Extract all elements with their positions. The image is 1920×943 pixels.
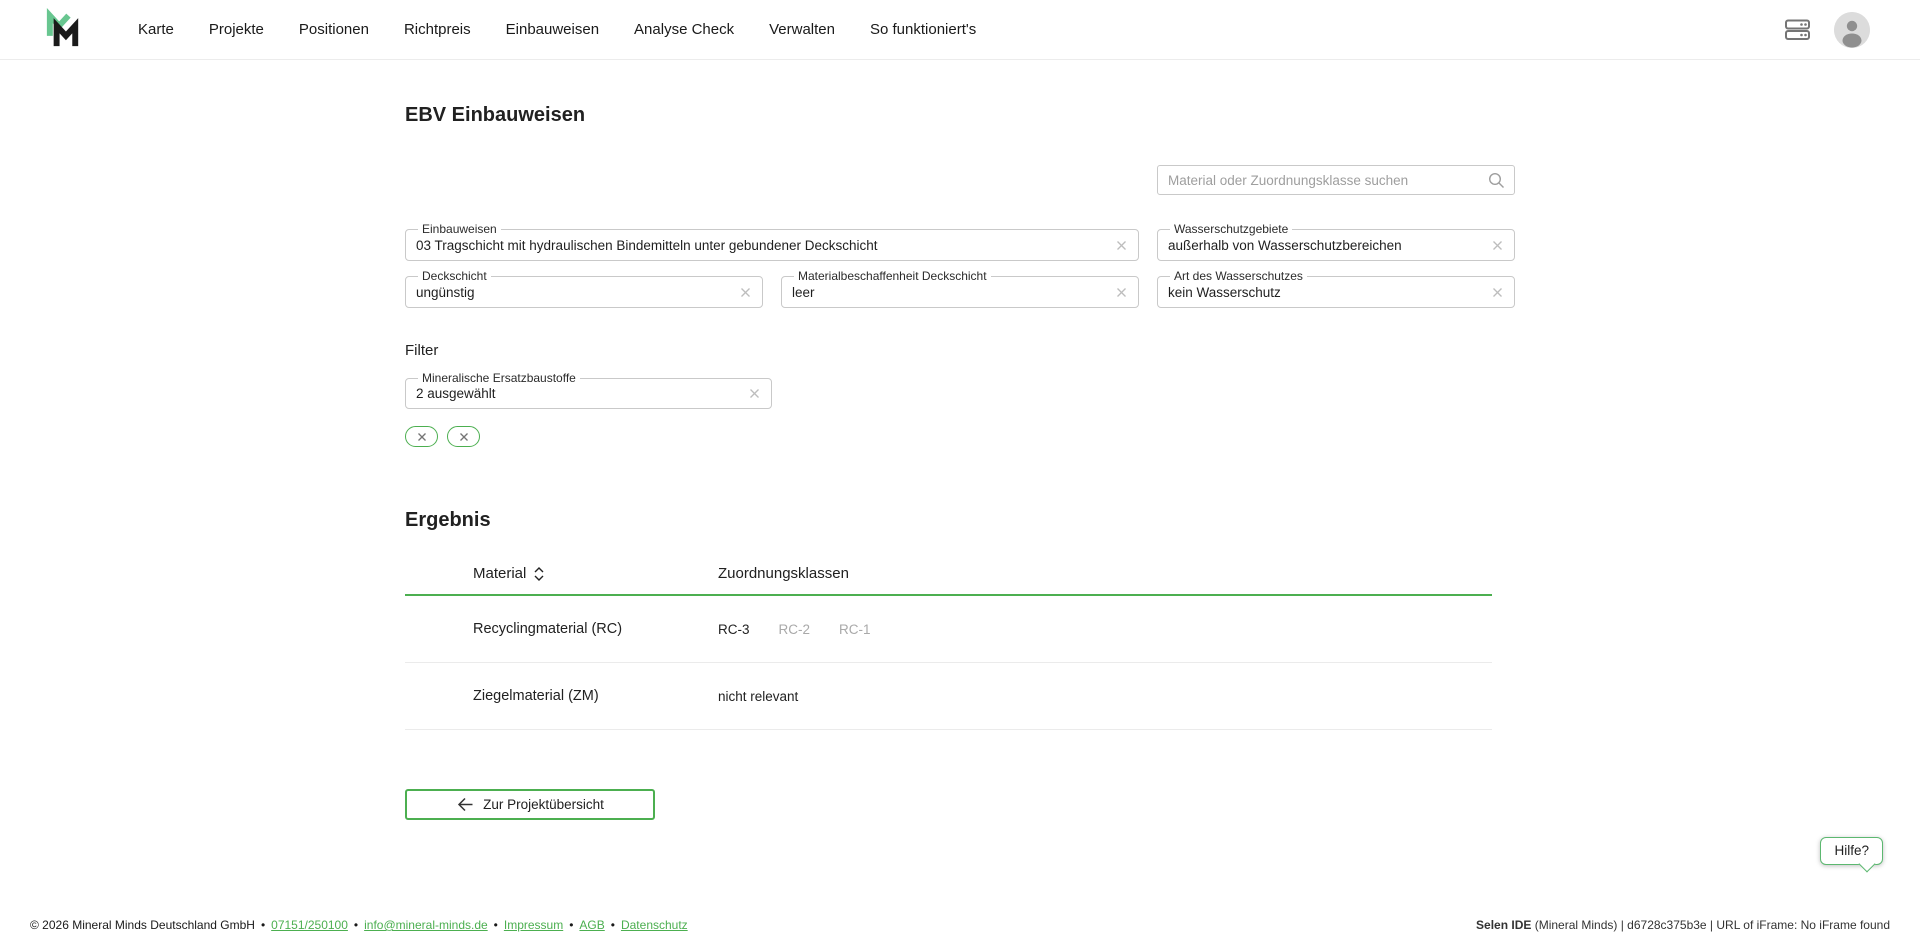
criteria-fields: Einbauweisen 03 Tragschicht mit hydrauli… bbox=[405, 223, 1515, 308]
search-box bbox=[1157, 165, 1515, 195]
mineral-minds-logo-icon[interactable] bbox=[38, 8, 82, 52]
results-table: Material Zuordnungsklassen Recyclingmate… bbox=[405, 553, 1492, 730]
field-deckschicht[interactable]: Deckschicht ungünstig bbox=[405, 270, 763, 308]
filter-chip-remove[interactable] bbox=[405, 426, 438, 447]
nav-item-einbauweisen[interactable]: Einbauweisen bbox=[506, 21, 599, 38]
footer-link-agb[interactable]: AGB bbox=[579, 918, 604, 932]
sort-icon[interactable] bbox=[533, 566, 545, 582]
field-materialbeschaffenheit[interactable]: Materialbeschaffenheit Deckschicht leer bbox=[781, 270, 1139, 308]
clear-icon[interactable] bbox=[746, 387, 763, 400]
search-row bbox=[405, 165, 1515, 195]
clear-icon[interactable] bbox=[1113, 286, 1130, 299]
page-title: EBV Einbauweisen bbox=[405, 104, 1515, 127]
class-tag: RC-1 bbox=[839, 622, 871, 637]
table-row: Recyclingmaterial (RC) RC-3 RC-2 RC-1 bbox=[405, 596, 1492, 663]
main-nav: Karte Projekte Positionen Richtpreis Ein… bbox=[138, 21, 976, 38]
filter-chips bbox=[405, 426, 1515, 447]
user-avatar-icon[interactable] bbox=[1834, 12, 1870, 48]
field-mineralische-ersatzbaustoffe-label: Mineralische Ersatzbaustoffe bbox=[418, 372, 580, 386]
main-content: EBV Einbauweisen Einbauweisen 03 Tragsch… bbox=[405, 104, 1515, 820]
top-navbar: Karte Projekte Positionen Richtpreis Ein… bbox=[0, 0, 1920, 60]
field-einbauweisen[interactable]: Einbauweisen 03 Tragschicht mit hydrauli… bbox=[405, 223, 1139, 261]
filter-heading: Filter bbox=[405, 342, 1515, 359]
field-materialbeschaffenheit-value: leer bbox=[792, 285, 1113, 300]
column-material-label: Material bbox=[473, 565, 526, 582]
arrow-left-icon bbox=[456, 797, 474, 812]
field-art-des-wasserschutzes-value: kein Wasserschutz bbox=[1168, 285, 1489, 300]
nav-item-verwalten[interactable]: Verwalten bbox=[769, 21, 835, 38]
field-einbauweisen-label: Einbauweisen bbox=[418, 223, 501, 237]
server-glyph bbox=[1784, 16, 1811, 43]
back-to-projects-button[interactable]: Zur Projektübersicht bbox=[405, 789, 655, 820]
nav-item-analyse-check[interactable]: Analyse Check bbox=[634, 21, 734, 38]
nav-item-positionen[interactable]: Positionen bbox=[299, 21, 369, 38]
column-header-zuordnungsklassen: Zuordnungsklassen bbox=[718, 565, 1492, 582]
search-input[interactable] bbox=[1168, 173, 1487, 188]
table-header-row: Material Zuordnungsklassen bbox=[405, 553, 1492, 596]
field-deckschicht-label: Deckschicht bbox=[418, 270, 491, 284]
footer-link-datenschutz[interactable]: Datenschutz bbox=[621, 918, 688, 932]
back-button-label: Zur Projektübersicht bbox=[483, 797, 604, 812]
avatar-glyph bbox=[1834, 12, 1870, 48]
nav-item-karte[interactable]: Karte bbox=[138, 21, 174, 38]
clear-icon[interactable] bbox=[1489, 239, 1506, 252]
field-wasserschutzgebiete[interactable]: Wasserschutzgebiete außerhalb von Wasser… bbox=[1157, 223, 1515, 261]
class-tag: nicht relevant bbox=[718, 689, 798, 704]
material-cell: Ziegelmaterial (ZM) bbox=[405, 688, 718, 704]
navbar-right bbox=[1784, 12, 1870, 48]
field-mineralische-ersatzbaustoffe-value: 2 ausgewählt bbox=[416, 386, 746, 401]
footer-app-detail: (Mineral Minds) | d6728c375b3e | URL of … bbox=[1531, 918, 1890, 932]
field-deckschicht-value: ungünstig bbox=[416, 285, 737, 300]
class-tag: RC-3 bbox=[718, 622, 750, 637]
field-mineralische-ersatzbaustoffe[interactable]: Mineralische Ersatzbaustoffe 2 ausgewähl… bbox=[405, 372, 772, 410]
search-icon bbox=[1487, 171, 1506, 190]
footer-app-name: Selen IDE bbox=[1476, 918, 1531, 932]
logo-glyph bbox=[38, 8, 82, 52]
footer-right: Selen IDE (Mineral Minds) | d6728c375b3e… bbox=[1476, 918, 1890, 932]
footer-separator: • bbox=[494, 918, 498, 932]
results-heading: Ergebnis bbox=[405, 509, 1515, 532]
column-header-material: Material bbox=[405, 565, 718, 582]
class-tag: RC-2 bbox=[779, 622, 811, 637]
table-row: Ziegelmaterial (ZM) nicht relevant bbox=[405, 663, 1492, 730]
clear-icon[interactable] bbox=[1113, 239, 1130, 252]
help-button[interactable]: Hilfe? bbox=[1820, 837, 1883, 865]
field-materialbeschaffenheit-label: Materialbeschaffenheit Deckschicht bbox=[794, 270, 991, 284]
nav-item-richtpreis[interactable]: Richtpreis bbox=[404, 21, 471, 38]
clear-icon[interactable] bbox=[1489, 286, 1506, 299]
footer-separator: • bbox=[261, 918, 265, 932]
field-art-des-wasserschutzes[interactable]: Art des Wasserschutzes kein Wasserschutz bbox=[1157, 270, 1515, 308]
footer-link-phone[interactable]: 07151/250100 bbox=[271, 918, 348, 932]
classes-cell: RC-3 RC-2 RC-1 bbox=[718, 622, 1492, 637]
filter-field-wrap: Mineralische Ersatzbaustoffe 2 ausgewähl… bbox=[405, 372, 772, 410]
footer-separator: • bbox=[354, 918, 358, 932]
footer-separator: • bbox=[611, 918, 615, 932]
footer-link-impressum[interactable]: Impressum bbox=[504, 918, 563, 932]
nav-item-projekte[interactable]: Projekte bbox=[209, 21, 264, 38]
copyright-text: © 2026 Mineral Minds Deutschland GmbH bbox=[30, 918, 255, 932]
filter-chip-remove[interactable] bbox=[447, 426, 480, 447]
field-art-des-wasserschutzes-label: Art des Wasserschutzes bbox=[1170, 270, 1307, 284]
field-wasserschutzgebiete-label: Wasserschutzgebiete bbox=[1170, 223, 1292, 237]
field-wasserschutzgebiete-value: außerhalb von Wasserschutzbereichen bbox=[1168, 238, 1489, 253]
close-icon bbox=[417, 432, 427, 442]
footer-left: © 2026 Mineral Minds Deutschland GmbH • … bbox=[30, 918, 688, 932]
nav-item-so-funktionierts[interactable]: So funktioniert's bbox=[870, 21, 976, 38]
clear-icon[interactable] bbox=[737, 286, 754, 299]
footer-separator: • bbox=[569, 918, 573, 932]
server-icon[interactable] bbox=[1784, 16, 1811, 43]
field-einbauweisen-value: 03 Tragschicht mit hydraulischen Bindemi… bbox=[416, 238, 1113, 253]
footer-link-email[interactable]: info@mineral-minds.de bbox=[364, 918, 488, 932]
material-cell: Recyclingmaterial (RC) bbox=[405, 621, 718, 637]
page-footer: © 2026 Mineral Minds Deutschland GmbH • … bbox=[0, 910, 1920, 943]
classes-cell: nicht relevant bbox=[718, 689, 1492, 704]
close-icon bbox=[459, 432, 469, 442]
